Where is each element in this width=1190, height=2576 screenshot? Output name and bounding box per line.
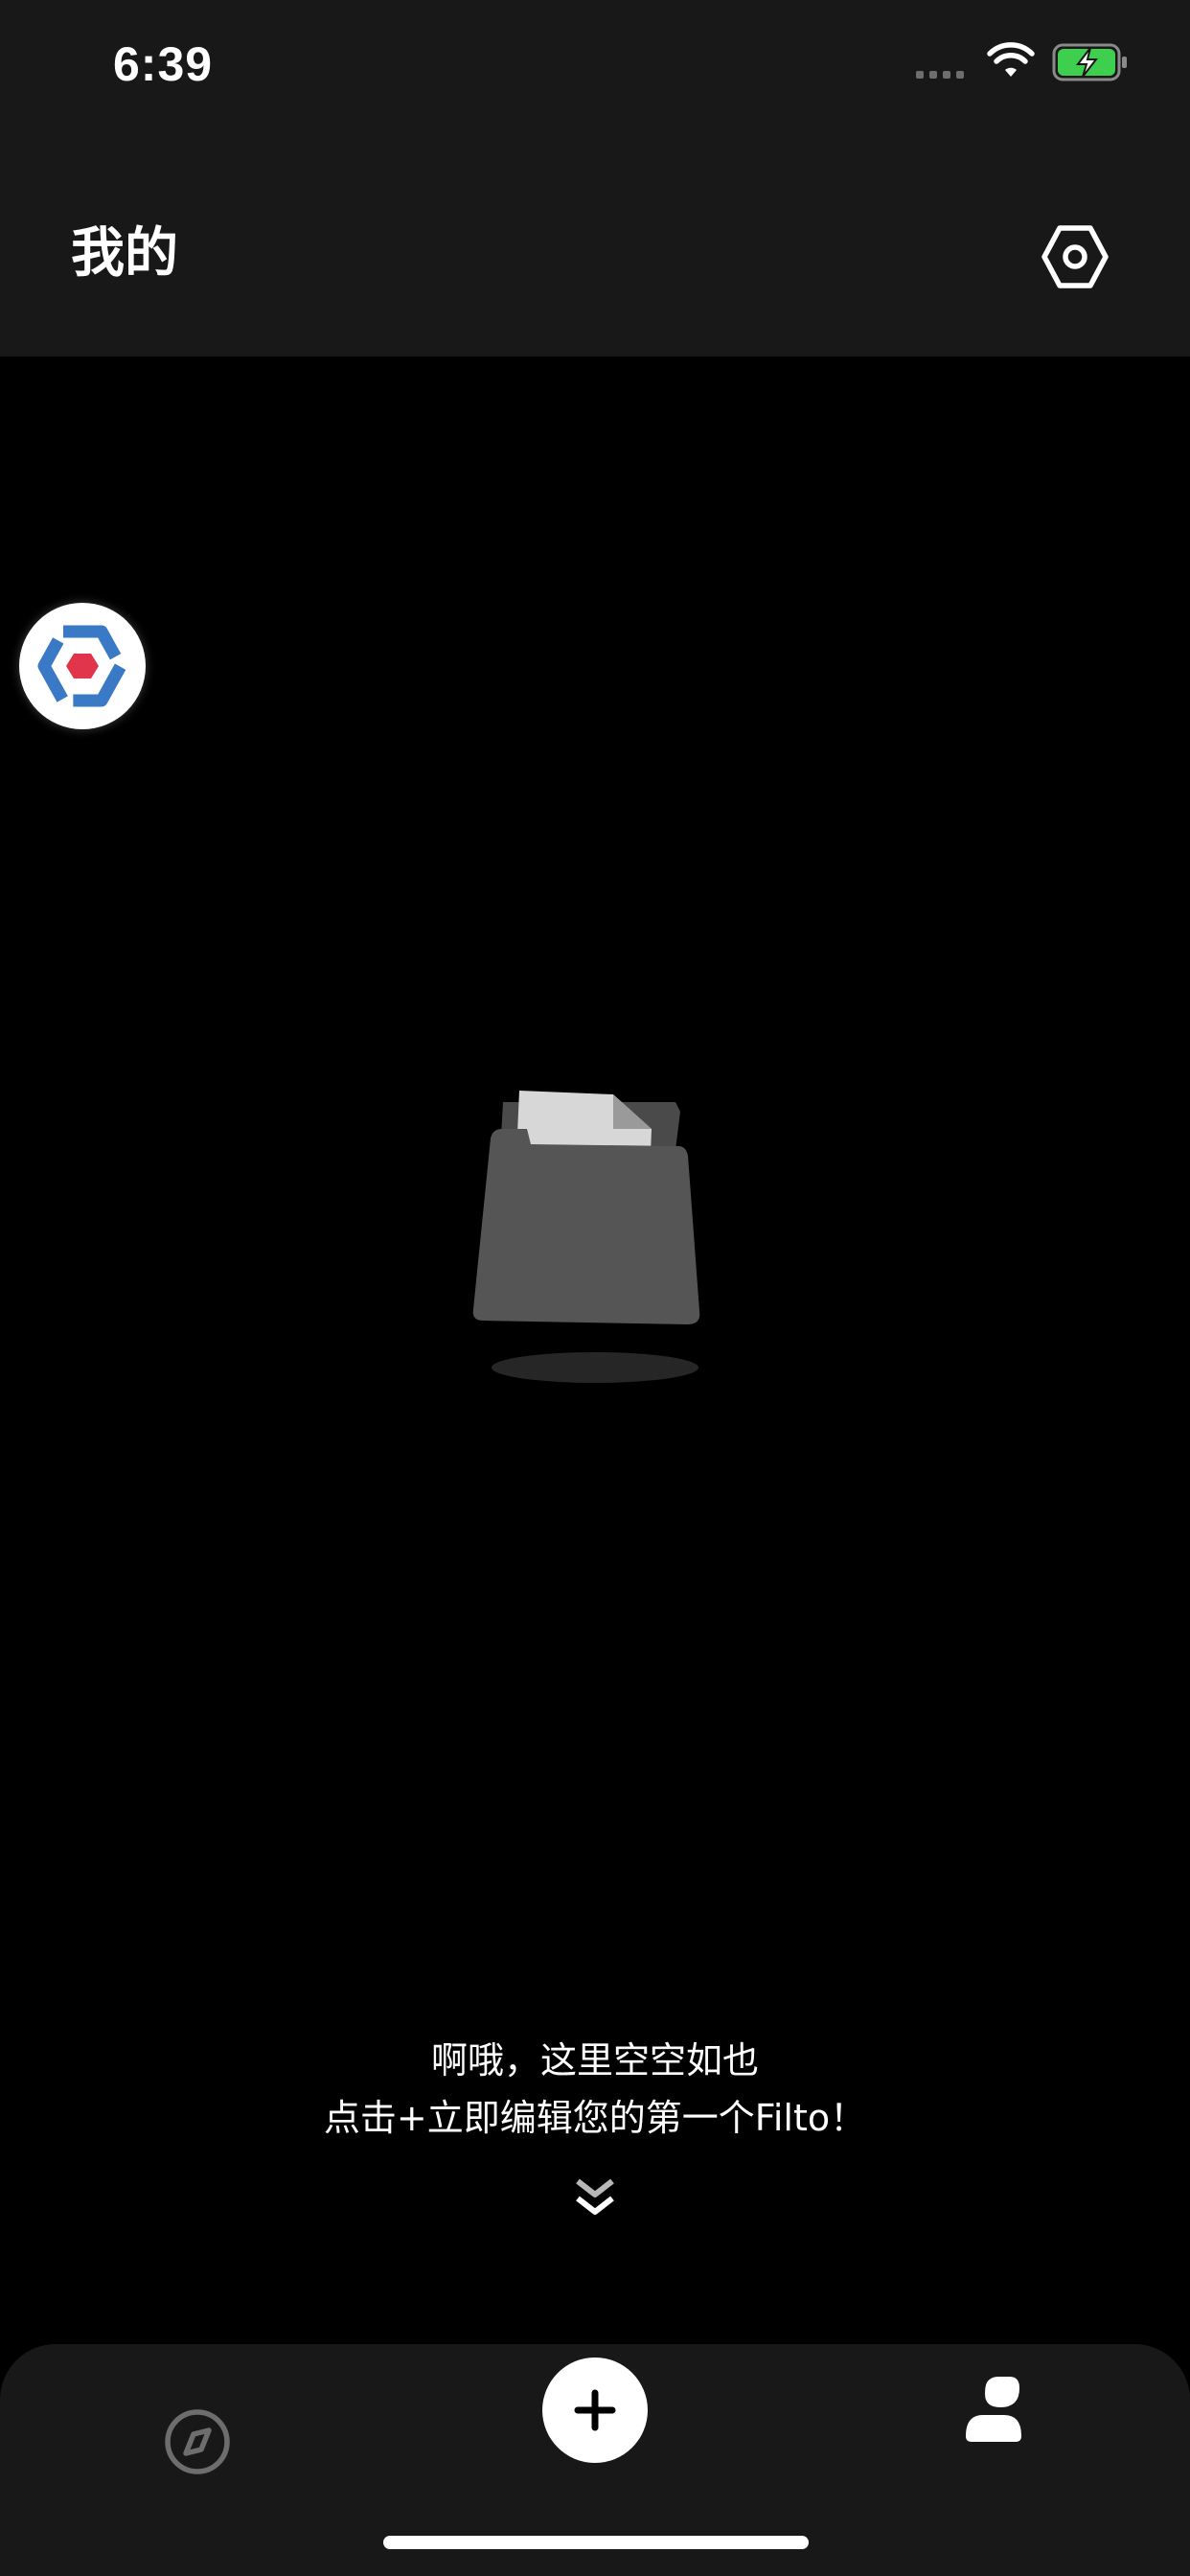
plus-icon <box>574 2389 616 2431</box>
cellular-signal-icon <box>916 71 964 79</box>
compass-icon[interactable] <box>163 2407 232 2476</box>
home-indicator <box>383 2536 809 2549</box>
empty-state-message: 啊哦，这里空空如也 <box>430 2039 759 2082</box>
battery-charging-icon <box>1052 43 1127 81</box>
add-button[interactable] <box>542 2358 648 2463</box>
settings-hexagon-icon[interactable] <box>1041 222 1110 291</box>
page-title: 我的 <box>71 222 178 285</box>
wifi-icon <box>987 42 1035 77</box>
floating-assistant-button[interactable] <box>19 603 146 729</box>
profile-icon[interactable] <box>962 2375 1025 2444</box>
chevron-double-down-icon <box>576 2178 614 2215</box>
empty-folder-icon <box>472 1091 700 1383</box>
status-time: 6:39 <box>113 37 214 91</box>
empty-state-hint: 点击+立即编辑您的第一个Filto！ <box>323 2097 867 2139</box>
app-logo-hexagon-icon <box>37 625 127 707</box>
